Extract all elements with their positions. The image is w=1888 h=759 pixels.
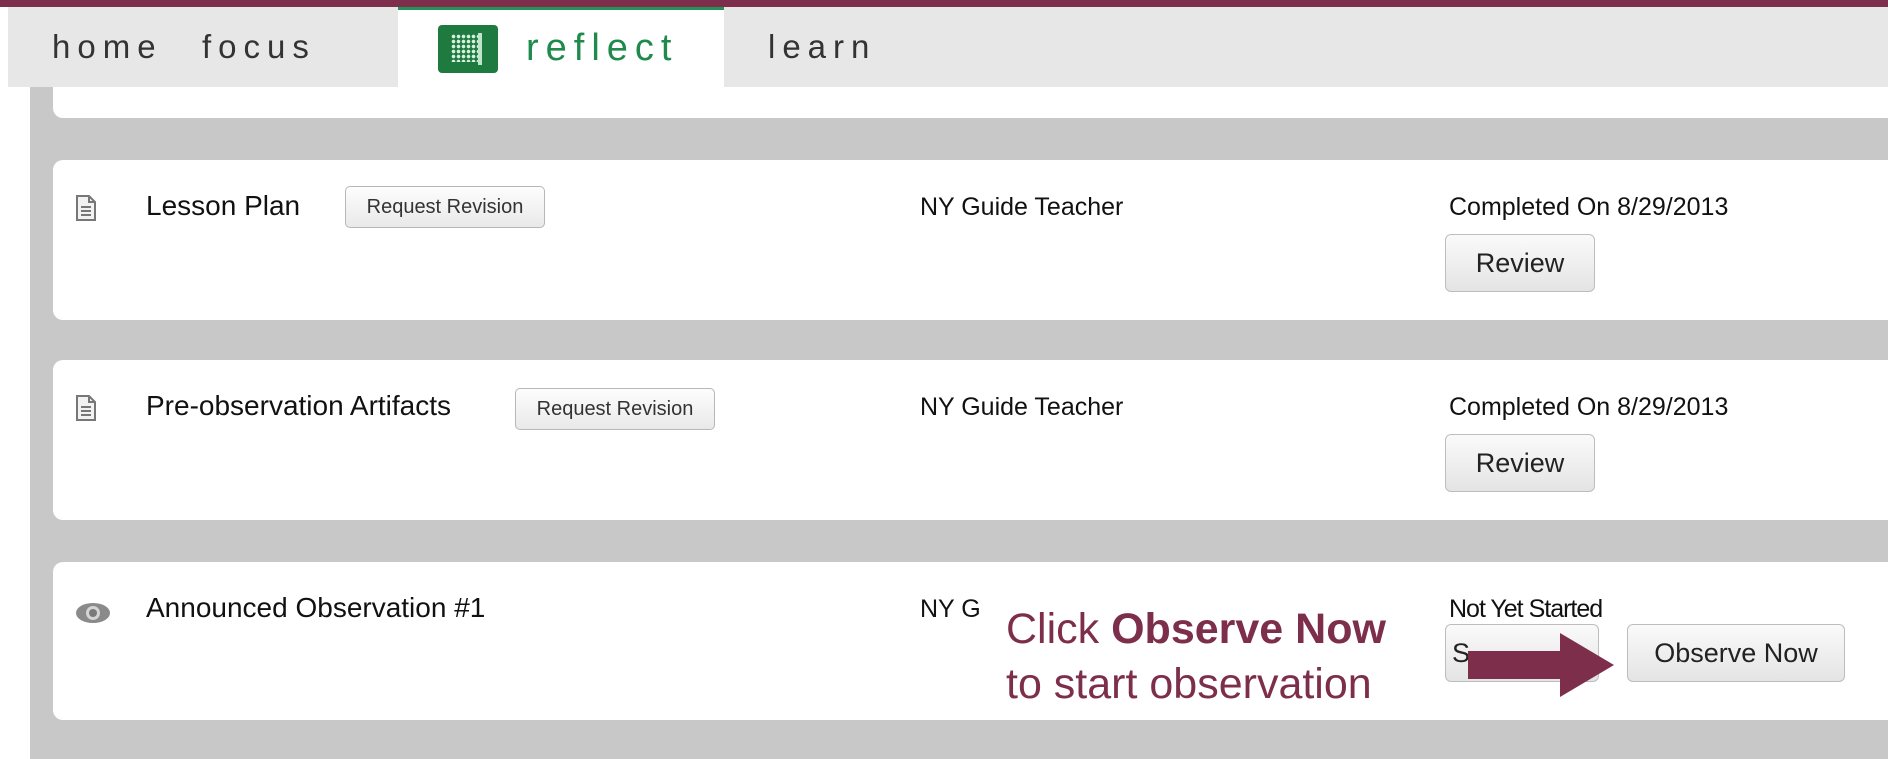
item-title: Announced Observation #1: [146, 592, 486, 623]
list-item: Lesson Plan Request Revision NY Guide Te…: [53, 160, 1888, 320]
nav-tab-label: learn: [768, 28, 877, 65]
nav-tab-label: reflect: [526, 27, 679, 69]
assignee: NY G: [920, 595, 981, 623]
assignee: NY Guide Teacher: [920, 393, 1124, 421]
document-icon: [76, 395, 96, 421]
nav-tab-learn[interactable]: learn: [768, 7, 876, 87]
observe-now-button[interactable]: Observe Now: [1627, 624, 1845, 682]
main-nav: home focus reflect learn: [8, 7, 1888, 87]
review-button[interactable]: Review: [1445, 434, 1595, 492]
callout-prefix: Click: [1006, 605, 1112, 653]
top-accent-line: [0, 0, 1888, 7]
callout-emphasis: Observe Now: [1111, 605, 1386, 653]
reflect-logo-icon: [438, 24, 498, 73]
nav-tab-label: home: [52, 28, 163, 65]
assignee: NY Guide Teacher: [920, 193, 1124, 221]
status-text: Completed On 8/29/2013: [1449, 393, 1729, 421]
review-button[interactable]: Review: [1445, 234, 1595, 292]
item-title: Pre-observation Artifacts: [146, 390, 452, 421]
nav-tab-reflect[interactable]: reflect: [398, 7, 724, 87]
arrow-right-icon: [1468, 633, 1614, 697]
callout-annotation: Click Observe Now to start observation: [1006, 602, 1386, 712]
nav-tab-label: focus: [202, 28, 316, 65]
callout-line2: to start observation: [1006, 660, 1372, 708]
nav-tab-focus[interactable]: focus: [202, 7, 316, 87]
eye-icon: [76, 603, 110, 623]
request-revision-button[interactable]: Request Revision: [515, 388, 715, 430]
nav-tab-home[interactable]: home: [52, 7, 163, 87]
request-revision-button[interactable]: Request Revision: [345, 186, 545, 228]
status-text: Completed On 8/29/2013: [1449, 193, 1729, 221]
status-text: Not Yet Started: [1449, 595, 1603, 623]
item-title: Lesson Plan: [146, 190, 301, 221]
document-icon: [76, 195, 96, 221]
list-item: Pre-observation Artifacts Request Revisi…: [53, 360, 1888, 520]
